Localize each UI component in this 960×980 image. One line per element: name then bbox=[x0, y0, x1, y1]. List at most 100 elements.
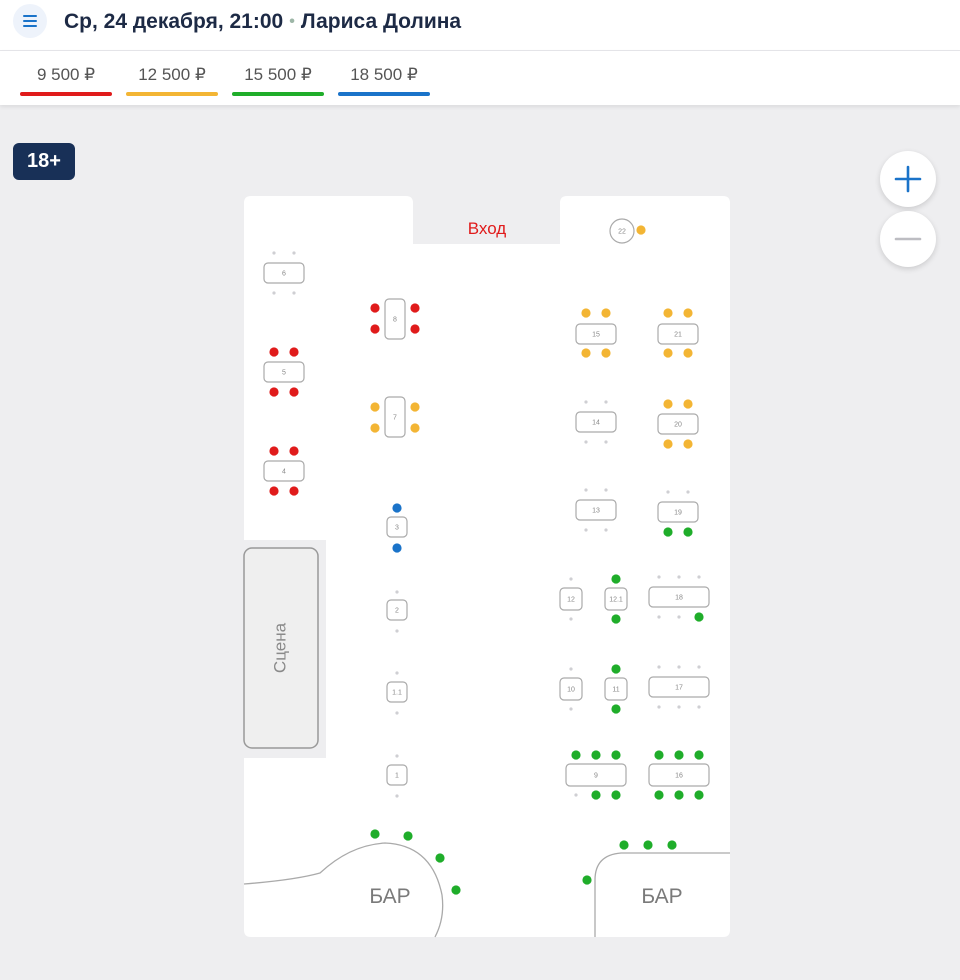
bar-left-seat[interactable] bbox=[451, 885, 461, 895]
available-seat[interactable] bbox=[663, 439, 673, 449]
table-11[interactable]: 11 bbox=[604, 677, 628, 701]
table-15[interactable]: 15 bbox=[575, 323, 617, 345]
bar-right-seat[interactable] bbox=[619, 840, 629, 850]
available-seat[interactable] bbox=[410, 324, 420, 334]
table-21[interactable]: 21 bbox=[657, 323, 699, 345]
available-seat[interactable] bbox=[410, 402, 420, 412]
available-seat[interactable] bbox=[654, 790, 664, 800]
available-seat[interactable] bbox=[581, 348, 591, 358]
available-seat[interactable] bbox=[654, 750, 664, 760]
bar-left-seat[interactable] bbox=[403, 831, 413, 841]
available-seat[interactable] bbox=[694, 750, 704, 760]
bar-right-seat[interactable] bbox=[667, 840, 677, 850]
occupied-seat bbox=[677, 575, 681, 579]
available-seat[interactable] bbox=[636, 225, 646, 235]
table-number: 1 bbox=[395, 773, 399, 780]
bar-left-seat[interactable] bbox=[435, 853, 445, 863]
available-seat[interactable] bbox=[683, 348, 693, 358]
available-seat[interactable] bbox=[683, 527, 693, 537]
available-seat[interactable] bbox=[289, 347, 299, 357]
table-number: 20 bbox=[674, 422, 682, 429]
table-3[interactable]: 3 bbox=[386, 516, 408, 538]
available-seat[interactable] bbox=[289, 446, 299, 456]
occupied-seat bbox=[666, 490, 670, 494]
table-7[interactable]: 7 bbox=[384, 396, 406, 438]
table-12-1[interactable]: 12.1 bbox=[604, 587, 628, 611]
occupied-seat bbox=[604, 528, 608, 532]
occupied-seat bbox=[677, 665, 681, 669]
available-seat[interactable] bbox=[663, 308, 673, 318]
available-seat[interactable] bbox=[674, 790, 684, 800]
available-seat[interactable] bbox=[269, 347, 279, 357]
available-seat[interactable] bbox=[370, 303, 380, 313]
available-seat[interactable] bbox=[683, 399, 693, 409]
available-seat[interactable] bbox=[683, 308, 693, 318]
available-seat[interactable] bbox=[289, 387, 299, 397]
table-16[interactable]: 16 bbox=[648, 763, 710, 787]
table-20[interactable]: 20 bbox=[657, 413, 699, 435]
occupied-seat bbox=[697, 665, 701, 669]
table-number: 4 bbox=[282, 469, 286, 476]
available-seat[interactable] bbox=[674, 750, 684, 760]
available-seat[interactable] bbox=[392, 503, 402, 513]
bar-left-seat[interactable] bbox=[370, 829, 380, 839]
table-18[interactable]: 18 bbox=[648, 586, 710, 608]
table-9[interactable]: 9 bbox=[565, 763, 627, 787]
table-22[interactable]: 22 bbox=[609, 218, 635, 244]
available-seat[interactable] bbox=[663, 527, 673, 537]
table-number: 21 bbox=[674, 332, 682, 339]
available-seat[interactable] bbox=[370, 402, 380, 412]
available-seat[interactable] bbox=[591, 790, 601, 800]
available-seat[interactable] bbox=[269, 446, 279, 456]
table-14[interactable]: 14 bbox=[575, 411, 617, 433]
table-1[interactable]: 1 bbox=[386, 764, 408, 786]
available-seat[interactable] bbox=[269, 486, 279, 496]
available-seat[interactable] bbox=[663, 399, 673, 409]
occupied-seat bbox=[395, 629, 399, 633]
occupied-seat bbox=[697, 575, 701, 579]
table-19[interactable]: 19 bbox=[657, 501, 699, 523]
available-seat[interactable] bbox=[370, 423, 380, 433]
available-seat[interactable] bbox=[611, 614, 621, 624]
table-4[interactable]: 4 bbox=[263, 460, 305, 482]
available-seat[interactable] bbox=[410, 423, 420, 433]
table-6[interactable]: 6 bbox=[263, 262, 305, 284]
available-seat[interactable] bbox=[694, 790, 704, 800]
available-seat[interactable] bbox=[392, 543, 402, 553]
table-number: 3 bbox=[395, 525, 399, 532]
table-5[interactable]: 5 bbox=[263, 361, 305, 383]
occupied-seat bbox=[584, 440, 588, 444]
table-2[interactable]: 2 bbox=[386, 599, 408, 621]
table-12[interactable]: 12 bbox=[559, 587, 583, 611]
table-17[interactable]: 17 bbox=[648, 676, 710, 698]
table-13[interactable]: 13 bbox=[575, 499, 617, 521]
available-seat[interactable] bbox=[663, 348, 673, 358]
available-seat[interactable] bbox=[611, 790, 621, 800]
available-seat[interactable] bbox=[611, 664, 621, 674]
available-seat[interactable] bbox=[370, 324, 380, 334]
available-seat[interactable] bbox=[611, 704, 621, 714]
available-seat[interactable] bbox=[581, 308, 591, 318]
occupied-seat bbox=[569, 617, 573, 621]
available-seat[interactable] bbox=[591, 750, 601, 760]
table-1-1[interactable]: 1.1 bbox=[386, 681, 408, 703]
available-seat[interactable] bbox=[601, 308, 611, 318]
available-seat[interactable] bbox=[289, 486, 299, 496]
occupied-seat bbox=[604, 488, 608, 492]
available-seat[interactable] bbox=[410, 303, 420, 313]
available-seat[interactable] bbox=[683, 439, 693, 449]
available-seat[interactable] bbox=[601, 348, 611, 358]
available-seat[interactable] bbox=[611, 574, 621, 584]
table-10[interactable]: 10 bbox=[559, 677, 583, 701]
table-8[interactable]: 8 bbox=[384, 298, 406, 340]
occupied-seat bbox=[569, 707, 573, 711]
occupied-seat bbox=[395, 794, 399, 798]
bar-right-seat[interactable] bbox=[643, 840, 653, 850]
available-seat[interactable] bbox=[694, 612, 704, 622]
table-number: 17 bbox=[675, 685, 683, 692]
bar-right-seat[interactable] bbox=[582, 875, 592, 885]
available-seat[interactable] bbox=[269, 387, 279, 397]
available-seat[interactable] bbox=[571, 750, 581, 760]
bar-left-label: БАР bbox=[369, 885, 410, 908]
available-seat[interactable] bbox=[611, 750, 621, 760]
